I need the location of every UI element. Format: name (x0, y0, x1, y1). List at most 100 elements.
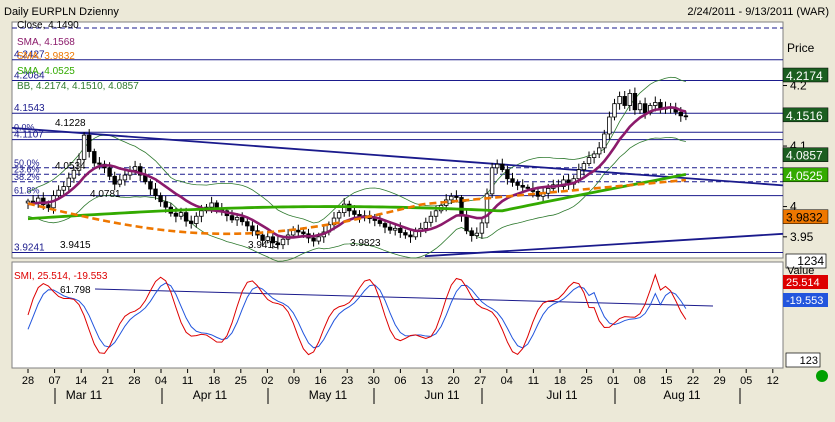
legend-entry: SMA, 4.0525 (17, 66, 75, 77)
price-tick-label: 3.95 (790, 230, 814, 244)
candle-body (66, 177, 71, 187)
fib-label: 23.6% (14, 164, 40, 174)
candle-body (637, 103, 643, 111)
day-tick-label: 04 (501, 375, 513, 387)
time-axis: 28 07 14 21 28 04 11 18 25 02 09 16 23 30 06 13 20 27 04 11… (22, 369, 779, 404)
candle-body (454, 195, 459, 198)
day-tick-label: 13 (421, 375, 433, 387)
month-label: Mar 11 (66, 388, 103, 402)
status-dot[interactable] (816, 370, 828, 382)
candle-body (515, 181, 520, 186)
candle-body (525, 186, 530, 189)
candle-body (87, 134, 92, 152)
smi-legend: SMI, 25.514, -19.553 (14, 271, 108, 282)
candle-body (229, 215, 235, 221)
candle-body (163, 201, 168, 208)
month-label: May 11 (309, 388, 348, 402)
candle-body (546, 188, 551, 194)
day-tick-label: 12 (767, 375, 779, 387)
candle-body (178, 212, 184, 217)
date-range: 2/24/2011 - 9/13/2011 (WAR) (687, 6, 829, 18)
month-label: Jun 11 (424, 388, 459, 402)
candle-body (576, 169, 581, 180)
day-tick-label: 30 (368, 375, 380, 387)
candle-body (398, 227, 403, 233)
candle-body (46, 204, 51, 209)
price-annotation: 3.9413 (248, 240, 279, 251)
candle-body (245, 221, 250, 227)
smi-badge-value: -19.553 (786, 295, 823, 307)
candle-body (627, 93, 632, 106)
candle-body (107, 167, 112, 177)
candle-body (586, 157, 592, 165)
chart-window: Daily EURPLN Dzienny 2/24/2011 - 9/13/20… (4, 6, 829, 404)
candle-body (403, 232, 408, 236)
candle-body (377, 220, 383, 224)
candle-body (183, 212, 189, 222)
day-tick-label: 07 (48, 375, 60, 387)
fib-label: 4.1107 (14, 130, 44, 141)
candle-body (97, 162, 102, 165)
fib-label: 61.8% (14, 186, 40, 196)
price-badge-value: 4.0525 (786, 169, 823, 183)
candle-body (311, 237, 316, 242)
candle-body (387, 226, 393, 231)
price-annotation: 4.0781 (90, 189, 121, 200)
candle-body (642, 103, 648, 114)
candle-body (392, 227, 398, 231)
candle-body (622, 96, 627, 106)
day-tick-label: 15 (660, 375, 672, 387)
candle-body (433, 210, 439, 217)
month-label: Jul 11 (546, 388, 577, 402)
price-annotation: 4.0534 (55, 161, 86, 172)
day-tick-label: 25 (235, 375, 247, 387)
price-axis-label: Price (787, 41, 815, 55)
day-tick-label: 14 (75, 375, 87, 387)
legend-entry: SMA, 4.1568 (17, 37, 75, 48)
day-tick-label: 23 (341, 375, 353, 387)
candle-body (632, 93, 638, 111)
legend-entry: BB, 4.2174, 4.1510, 4.0857 (17, 81, 139, 92)
smi-box-value: 123 (800, 355, 818, 367)
day-tick-label: 11 (528, 375, 539, 387)
candle-body (423, 221, 428, 229)
candle-body (316, 236, 321, 242)
day-tick-label: 16 (314, 375, 326, 387)
day-tick-label: 20 (447, 375, 459, 387)
day-tick-label: 05 (740, 375, 752, 387)
candle-body (158, 195, 163, 203)
day-tick-label: 27 (474, 375, 486, 387)
candle-body (500, 163, 505, 171)
chart-title: Daily EURPLN Dzienny (4, 6, 119, 18)
candle-body (234, 217, 240, 221)
candle-body (301, 231, 306, 235)
day-tick-label: 28 (22, 375, 34, 387)
day-tick-label: 18 (208, 375, 220, 387)
day-tick-label: 18 (554, 375, 566, 387)
day-tick-label: 25 (580, 375, 592, 387)
candle-body (382, 223, 388, 228)
candle-body (81, 134, 87, 160)
price-badge-value: 4.0857 (786, 149, 823, 163)
candle-body (683, 115, 689, 118)
fib-label: 3.9241 (14, 242, 45, 253)
fib-label: 4.1543 (14, 103, 45, 114)
candle-body (188, 220, 194, 224)
month-label: Aug 11 (663, 388, 700, 402)
candle-body (92, 151, 97, 164)
candle-body (173, 212, 179, 217)
candle-body (494, 163, 500, 169)
smi-badge-value: 25.514 (786, 277, 820, 289)
smi-annotation: 61.798 (60, 285, 91, 296)
day-tick-label: 08 (634, 375, 646, 387)
day-tick-label: 22 (687, 375, 699, 387)
candle-body (413, 230, 418, 238)
day-tick-label: 28 (128, 375, 140, 387)
candle-body (132, 166, 138, 171)
candle-body (505, 169, 510, 180)
candle-body (591, 153, 597, 158)
candle-body (194, 215, 199, 224)
candle-body (449, 195, 454, 201)
legend-entry: SMA, 3.9832 (17, 51, 75, 62)
day-tick-label: 02 (261, 375, 273, 387)
